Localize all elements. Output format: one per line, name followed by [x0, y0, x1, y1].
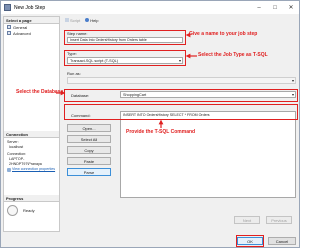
annotation-arrows: [56, 32, 197, 128]
new-job-step-window: New Job Step – □ ✕ Select a page General…: [0, 0, 300, 248]
